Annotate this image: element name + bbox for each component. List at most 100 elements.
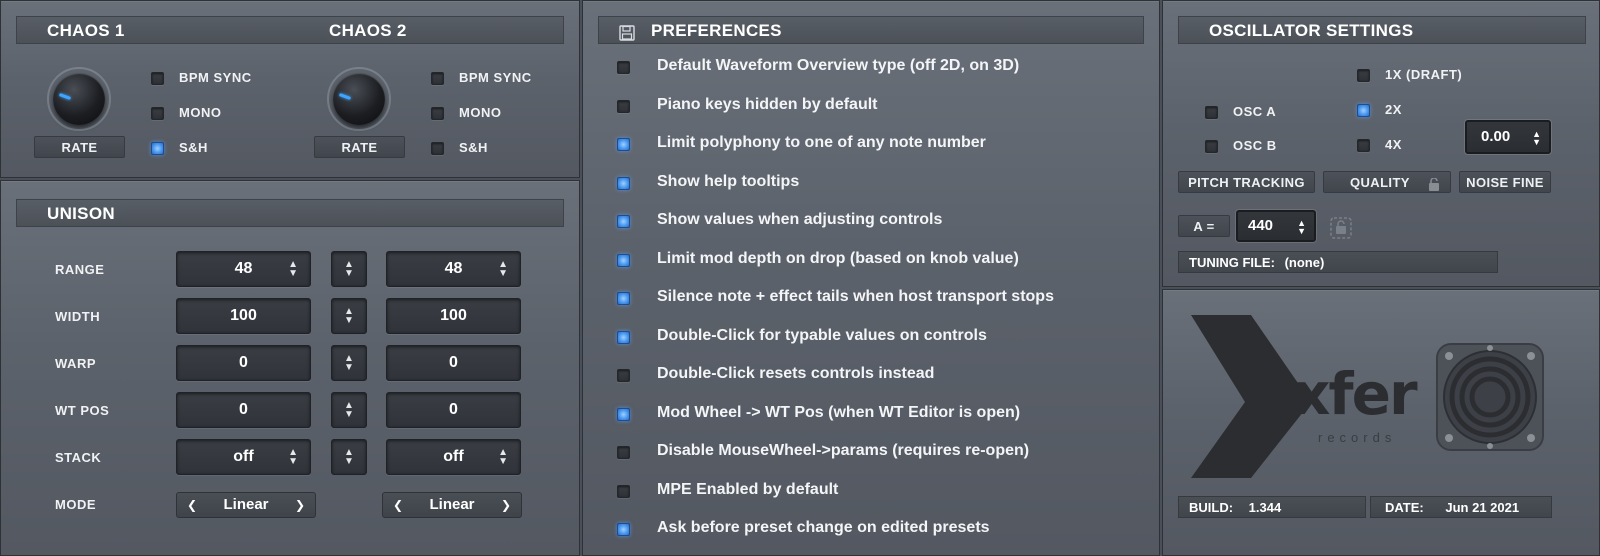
tuning-lock-icon[interactable] (1329, 216, 1353, 240)
unison-stack-a-field[interactable]: off ▲ ▼ (176, 439, 311, 475)
unison-warp-a-field[interactable]: 0 (176, 345, 311, 381)
chaos2-sh-label: S&H (459, 140, 488, 155)
quality-button[interactable]: QUALITY (1323, 171, 1451, 193)
spin-arrows-icon[interactable]: ▲ ▼ (1297, 212, 1306, 236)
chevron-left-icon[interactable]: ❮ (187, 493, 197, 517)
chaos1-sh-label: S&H (179, 140, 208, 155)
preference-checkbox[interactable] (617, 330, 630, 344)
preference-checkbox[interactable] (617, 253, 630, 267)
a-frequency-field[interactable]: 440 ▲ ▼ (1236, 210, 1316, 242)
quality-1x-label: 1X (DRAFT) (1385, 67, 1463, 82)
unison-range-a-field[interactable]: 48 ▲ ▼ (176, 251, 311, 287)
unison-wtpos-a-value: 0 (239, 401, 248, 418)
preference-label: Default Waveform Overview type (off 2D, … (657, 57, 1020, 74)
unison-wtpos-b-field[interactable]: 0 (386, 392, 521, 428)
about-panel: xfer records BUILD: 1.344 DATE: Jun 21 2… (1162, 289, 1600, 556)
spin-arrows-icon[interactable]: ▲ ▼ (288, 440, 298, 467)
chaos-header: CHAOS 1 CHAOS 2 (16, 16, 564, 44)
preference-label: MPE Enabled by default (657, 480, 839, 498)
unison-width-a-value: 100 (230, 307, 257, 324)
osc-b-checkbox[interactable] (1205, 140, 1218, 153)
preference-checkbox[interactable] (617, 523, 630, 536)
tuning-file-bar[interactable]: TUNING FILE: (none) (1178, 251, 1498, 273)
unison-mode-b-select[interactable]: ❮ Linear ❯ (382, 492, 522, 518)
pitch-tracking-button[interactable]: PITCH TRACKING (1178, 171, 1315, 193)
preference-checkbox[interactable] (617, 484, 630, 498)
unison-wtpos-a-field[interactable]: 0 (176, 392, 311, 428)
a-frequency-value: 440 (1248, 217, 1274, 234)
chaos1-mono-checkbox[interactable] (151, 107, 164, 120)
build-bar: BUILD: 1.344 (1178, 496, 1366, 518)
noise-fine-label: NOISE FINE (1459, 171, 1551, 193)
quality-1x-checkbox[interactable] (1357, 69, 1370, 82)
quality-label: QUALITY (1350, 175, 1410, 190)
unison-range-b-value: 48 (444, 260, 463, 277)
unison-range-b-field[interactable]: 48 ▲ ▼ (386, 251, 521, 287)
save-icon (619, 22, 635, 41)
tuning-file-value: (none) (1284, 255, 1325, 270)
unison-stack-label: STACK (55, 450, 102, 465)
preference-label: Limit polyphony to one of any note numbe… (657, 134, 986, 151)
speaker-grille-icon (1435, 342, 1545, 452)
chaos1-bpm-sync-label: BPM SYNC (179, 70, 252, 85)
chevron-right-icon[interactable]: ❯ (501, 493, 511, 517)
spin-arrows-icon[interactable]: ▲ ▼ (498, 252, 508, 279)
unison-header: UNISON (16, 199, 564, 227)
chaos2-mono-checkbox[interactable] (431, 107, 444, 120)
spin-arrows-icon[interactable]: ▲ ▼ (498, 440, 508, 467)
preference-checkbox[interactable] (617, 61, 630, 74)
chaos2-rate-knob[interactable] (327, 67, 391, 131)
preference-checkbox[interactable] (617, 292, 630, 305)
preference-checkbox[interactable] (617, 369, 630, 382)
quality-2x-checkbox[interactable] (1357, 104, 1370, 117)
osc-a-checkbox[interactable] (1205, 106, 1218, 119)
preference-checkbox[interactable] (617, 215, 630, 228)
chaos1-bpm-sync-checkbox[interactable] (151, 72, 164, 85)
unison-mode-a-select[interactable]: ❮ Linear ❯ (176, 492, 316, 518)
build-value: 1.344 (1248, 500, 1282, 515)
chaos1-sh-checkbox[interactable] (151, 142, 164, 155)
preferences-title: PREFERENCES (651, 21, 782, 40)
unison-range-link-spinner[interactable]: ▲ ▼ (331, 251, 367, 287)
unison-wtpos-b-value: 0 (449, 401, 458, 418)
oscillator-settings-panel: OSCILLATOR SETTINGS OSC A OSC B 1X (DRAF… (1162, 0, 1600, 287)
build-label: BUILD: (1189, 500, 1234, 515)
unison-width-a-field[interactable]: 100 (176, 298, 311, 334)
preference-checkbox[interactable] (617, 99, 630, 113)
unison-width-b-field[interactable]: 100 (386, 298, 521, 334)
quality-4x-checkbox[interactable] (1357, 139, 1370, 152)
preference-label: Disable MouseWheel->params (requires re-… (657, 442, 1030, 459)
chaos2-bpm-sync-checkbox[interactable] (431, 72, 444, 85)
unison-width-link-spinner[interactable]: ▲ ▼ (331, 298, 367, 334)
unison-warp-b-field[interactable]: 0 (386, 345, 521, 381)
unison-stack-link-spinner[interactable]: ▲ ▼ (331, 439, 367, 475)
preference-label: Piano keys hidden by default (657, 95, 878, 113)
unison-mode-b-value: Linear (429, 496, 475, 513)
unison-mode-label: MODE (55, 497, 96, 512)
chevron-left-icon[interactable]: ❮ (393, 493, 403, 517)
unison-range-label: RANGE (55, 262, 105, 277)
noise-fine-field[interactable]: 0.00 ▲ ▼ (1465, 120, 1551, 154)
chaos1-rate-knob[interactable] (47, 67, 111, 131)
spin-arrows-icon[interactable]: ▲ ▼ (288, 252, 298, 279)
lock-icon[interactable] (1428, 176, 1440, 197)
osc-a-label: OSC A (1233, 104, 1277, 119)
preference-checkbox[interactable] (617, 138, 630, 151)
date-label: DATE: (1385, 500, 1424, 515)
preference-checkbox[interactable] (617, 407, 630, 421)
quality-4x-label: 4X (1385, 137, 1402, 152)
chevron-right-icon[interactable]: ❯ (295, 493, 305, 517)
preference-checkbox[interactable] (617, 176, 630, 190)
preference-label: Double-Click for typable values on contr… (657, 326, 987, 344)
chaos1-rate-label: RATE (34, 136, 125, 158)
preference-label: Double-Click resets controls instead (657, 365, 935, 382)
unison-warp-link-spinner[interactable]: ▲ ▼ (331, 345, 367, 381)
preference-label: Show help tooltips (657, 172, 800, 190)
chaos2-sh-checkbox[interactable] (431, 142, 444, 155)
unison-stack-b-field[interactable]: off ▲ ▼ (386, 439, 521, 475)
unison-stack-b-value: off (443, 448, 464, 465)
preference-checkbox[interactable] (617, 446, 630, 459)
unison-wtpos-link-spinner[interactable]: ▲ ▼ (331, 392, 367, 428)
preference-label: Silence note + effect tails when host tr… (657, 288, 1054, 305)
spin-arrows-icon[interactable]: ▲ ▼ (1532, 122, 1541, 147)
